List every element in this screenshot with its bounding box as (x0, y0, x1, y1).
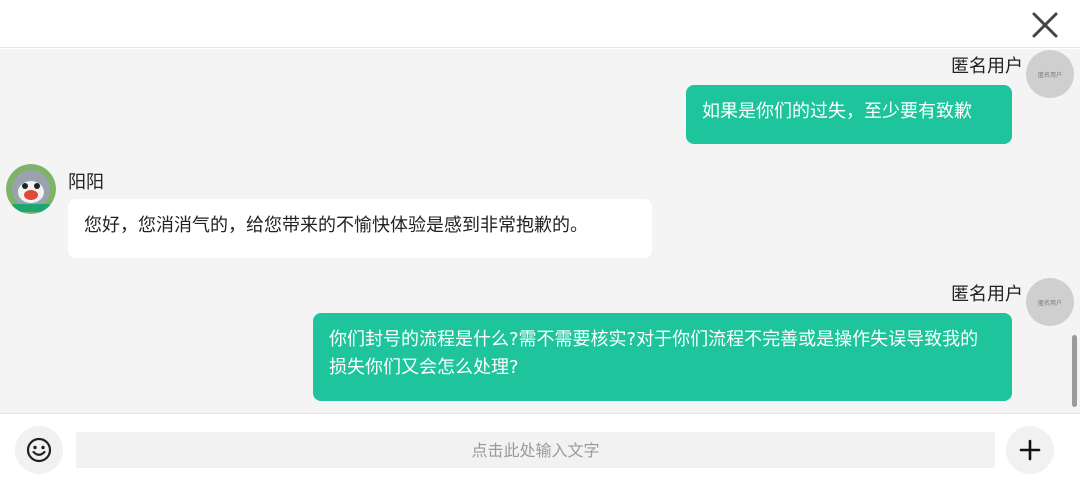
emoji-button[interactable] (15, 426, 63, 474)
message-input[interactable] (76, 432, 995, 468)
message-list[interactable]: 匿名用户 匿名用户 如果是你们的过失，至少要有致歉 阳阳 您好，您消消气的，给您… (0, 49, 1080, 413)
message-bubble: 你们封号的流程是什么?需不需要核实?对于你们流程不完善或是操作失误导致我的损失你… (313, 313, 1012, 401)
message-bubble: 如果是你们的过失，至少要有致歉 (686, 85, 1012, 144)
add-button[interactable] (1006, 426, 1054, 474)
chat-window: 匿名用户 匿名用户 如果是你们的过失，至少要有致歉 阳阳 您好，您消消气的，给您… (0, 0, 1080, 486)
avatar: 匿名用户 (1026, 50, 1074, 98)
sender-name: 匿名用户 (951, 56, 1023, 77)
message-bubble: 您好，您消消气的，给您带来的不愉快体验是感到非常抱歉的。 (68, 199, 652, 258)
plus-icon (1019, 439, 1041, 461)
close-icon[interactable] (1028, 8, 1062, 42)
avatar: 匿名用户 (1026, 278, 1074, 326)
composer-bar (0, 413, 1080, 486)
sender-name: 阳阳 (68, 172, 104, 193)
emoji-icon (26, 437, 52, 463)
bot-avatar-icon (6, 164, 56, 214)
scrollbar[interactable] (1072, 335, 1077, 407)
top-bar (0, 0, 1080, 48)
sender-name: 匿名用户 (951, 284, 1023, 305)
